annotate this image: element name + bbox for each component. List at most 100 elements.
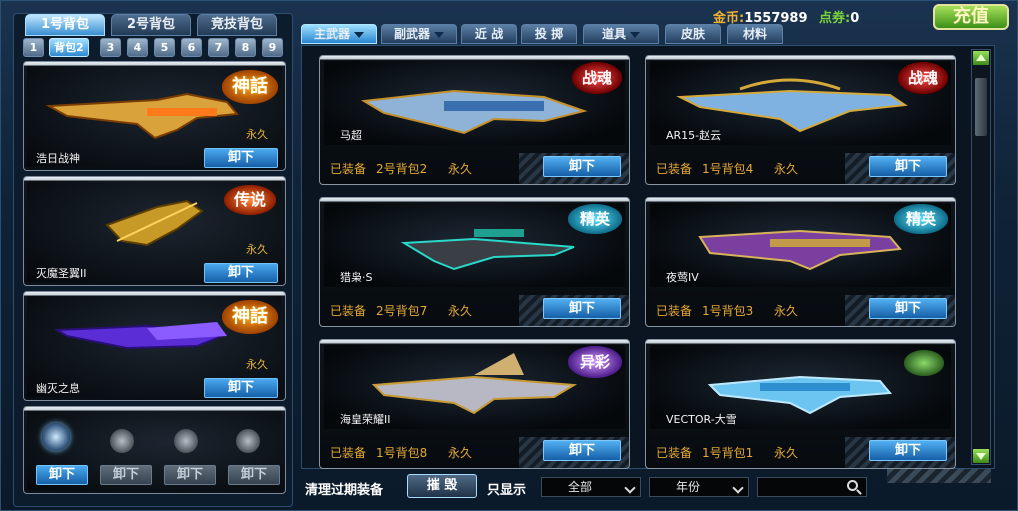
duration-label: 永久 [448,446,473,460]
year-select[interactable]: 年份 [649,477,749,497]
scroll-down-icon[interactable] [973,449,989,463]
weapon-name: 猎枭·S [340,271,373,284]
subtab-3[interactable]: 3 [100,38,121,57]
equip-status: 已装备 [330,162,367,176]
bag-location: 2号背包7 [376,304,428,318]
bag-location: 2号背包2 [376,162,428,176]
weapon-name: 灭魔圣翼II [36,267,87,280]
points-label: 点券: [819,11,851,26]
unequip-button[interactable]: 卸下 [36,465,88,485]
unequip-button[interactable]: 卸下 [164,465,216,485]
unequip-button[interactable]: 卸下 [869,156,947,177]
tab-throwing[interactable]: 投 掷 [521,24,577,44]
chevron-down-icon [624,482,636,494]
exotic-badge: 异彩 [568,346,622,378]
legend-badge: 传说 [224,185,276,215]
tab-label: 副武器 [393,27,430,41]
weapon-card[interactable]: 精英 夜莺IV 已装备 1号背包3 永久 卸下 [645,197,956,327]
scrollbar[interactable] [971,49,991,465]
weapon-card[interactable]: 精英 猎枭·S 已装备 2号背包7 永久 卸下 [319,197,630,327]
points-display: 点券:0 [819,7,859,26]
chevron-down-icon [434,31,444,38]
chevron-down-icon [354,31,364,38]
weapon-card[interactable]: VECTOR-大雪 已装备 1号背包1 永久 卸下 [645,339,956,469]
equipped-slot-secondary[interactable]: 传说 永久 灭魔圣翼II 卸下 [23,176,286,286]
grenade-icon [236,429,260,453]
tab-secondary-weapon[interactable]: 副武器 [381,24,457,44]
duration-label: 永久 [246,243,268,256]
arrow-up-icon [976,54,986,61]
elite-badge: 精英 [568,204,622,234]
unequip-button[interactable]: 卸下 [869,298,947,319]
tab-label: 道具 [601,27,626,41]
war-soul-badge: 战魂 [898,62,948,94]
tab-primary-weapon[interactable]: 主武器 [301,24,377,44]
unequip-button[interactable]: 卸下 [204,378,278,398]
bottom-toolbar: 清理过期装备 摧 毁 只显示 全部 年份 [299,469,1013,507]
tab-skins[interactable]: 皮肤 [665,24,721,44]
subtab-4[interactable]: 4 [127,38,148,57]
weapon-name: 幽灭之息 [36,382,80,395]
equipped-slot-melee[interactable]: 神話 永久 幽灭之息 卸下 [23,291,286,401]
tab-label: 主武器 [313,27,350,41]
subtab-5[interactable]: 5 [154,38,175,57]
grenade-icon [110,429,134,453]
tab-materials[interactable]: 材料 [727,24,783,44]
subtab-9[interactable]: 9 [262,38,283,57]
bag-location: 1号背包8 [376,446,428,460]
unequip-button[interactable]: 卸下 [543,440,621,461]
unequip-button[interactable]: 卸下 [204,148,278,168]
duration-label: 永久 [246,128,268,141]
bottom-stripe-decoration [887,469,991,483]
weapon-card[interactable]: 异彩 海皇荣耀II 已装备 1号背包8 永久 卸下 [319,339,630,469]
scroll-thumb[interactable] [975,78,987,136]
unequip-button[interactable]: 卸下 [543,298,621,319]
duration-label: 永久 [774,162,799,176]
scroll-up-icon[interactable] [973,51,989,65]
weapon-name: VECTOR-大雪 [666,413,737,426]
type-select-value: 全部 [568,480,593,494]
grenade-icon [42,423,70,451]
unequip-button[interactable]: 卸下 [204,263,278,283]
filter-label: 只显示 [487,483,527,498]
bag-location: 1号背包3 [702,304,754,318]
tab-bag-2[interactable]: 2号背包 [111,14,191,36]
type-select[interactable]: 全部 [541,477,641,497]
bag-location: 1号背包1 [702,446,754,460]
recharge-button[interactable]: 充值 [933,4,1009,30]
subtab-6[interactable]: 6 [181,38,202,57]
tab-melee[interactable]: 近 战 [461,24,517,44]
subtab-8[interactable]: 8 [235,38,256,57]
unequip-button[interactable]: 卸下 [543,156,621,177]
subtab-7[interactable]: 7 [208,38,229,57]
tab-bag-arena[interactable]: 竞技背包 [197,14,277,36]
weapon-card[interactable]: 战魂 AR15-赵云 已装备 1号背包4 永久 卸下 [645,55,956,185]
equipped-slot-primary[interactable]: 神話 永久 浩日战神 卸下 [23,61,286,171]
weapon-name: AR15-赵云 [666,129,722,142]
weapon-card[interactable]: 战魂 马超 已装备 2号背包2 永久 卸下 [319,55,630,185]
unequip-button[interactable]: 卸下 [228,465,280,485]
grenade-icon [174,429,198,453]
subtab-2[interactable]: 背包2 [49,38,89,57]
subtab-1[interactable]: 1 [23,38,44,57]
weapon-name: 夜莺IV [666,271,699,284]
equip-status: 已装备 [330,446,367,460]
year-select-value: 年份 [676,480,701,494]
duration-label: 永久 [774,304,799,318]
unequip-button[interactable]: 卸下 [869,440,947,461]
unequip-button[interactable]: 卸下 [100,465,152,485]
tab-bag-1[interactable]: 1号背包 [25,14,105,36]
duration-label: 永久 [774,446,799,460]
badge-icon [904,350,944,376]
points-value: 0 [850,11,860,26]
grenade-slots: 卸下 卸下 卸下 卸下 [23,406,286,494]
war-soul-badge: 战魂 [572,62,622,94]
equip-status: 已装备 [656,446,693,460]
duration-label: 永久 [246,358,268,371]
destroy-button[interactable]: 摧 毁 [407,474,477,498]
equip-status: 已装备 [330,304,367,318]
inventory-window: 1号背包 2号背包 竞技背包 1 背包2 3 4 5 6 7 8 9 神話 永久… [0,0,1018,511]
equip-status: 已装备 [656,304,693,318]
tab-items[interactable]: 道具 [583,24,659,44]
clean-expired-label: 清理过期装备 [305,483,384,498]
